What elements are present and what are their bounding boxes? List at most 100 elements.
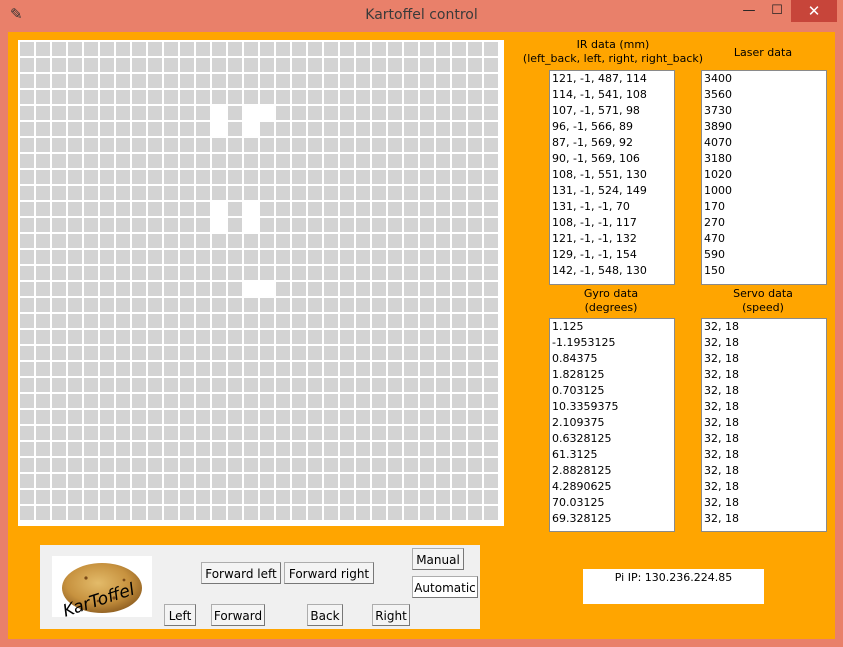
list-item[interactable]: 108, -1, -1, 117: [550, 215, 674, 231]
map-cell: [132, 202, 146, 216]
list-item[interactable]: 114, -1, 541, 108: [550, 87, 674, 103]
list-item[interactable]: 32, 18: [702, 431, 826, 447]
right-button[interactable]: Right: [372, 604, 410, 626]
map-cell: [100, 298, 114, 312]
minimize-button[interactable]: —: [734, 0, 764, 22]
list-item[interactable]: 61.3125: [550, 447, 674, 463]
map-cell: [164, 298, 178, 312]
list-item[interactable]: -1.1953125: [550, 335, 674, 351]
map-cell: [68, 42, 82, 56]
map-cell: [308, 410, 322, 424]
list-item[interactable]: 3560: [702, 87, 826, 103]
forward-left-button[interactable]: Forward left: [201, 562, 281, 584]
list-item[interactable]: 121, -1, -1, 132: [550, 231, 674, 247]
list-item[interactable]: 129, -1, -1, 154: [550, 247, 674, 263]
list-item[interactable]: 3400: [702, 71, 826, 87]
map-cell: [20, 122, 34, 136]
list-item[interactable]: 32, 18: [702, 351, 826, 367]
map-cell: [132, 282, 146, 296]
ir-data-listbox[interactable]: 121, -1, 487, 114 114, -1, 541, 108 107, -…: [549, 70, 675, 285]
list-item[interactable]: 107, -1, 571, 98: [550, 103, 674, 119]
maximize-button[interactable]: ☐: [764, 0, 790, 22]
map-cell: [164, 362, 178, 376]
laser-data-listbox[interactable]: 3400 3560 3730 3890 4070 3180 1020 1000 170 270 47…: [701, 70, 827, 285]
map-cell: [180, 330, 194, 344]
automatic-button[interactable]: Automatic: [412, 576, 478, 598]
back-button[interactable]: Back: [307, 604, 343, 626]
map-cell: [372, 394, 386, 408]
left-button[interactable]: Left: [164, 604, 196, 626]
list-item[interactable]: 4070: [702, 135, 826, 151]
map-cell: [20, 474, 34, 488]
list-item[interactable]: 4.2890625: [550, 479, 674, 495]
map-cell: [196, 106, 210, 120]
gyro-data-listbox[interactable]: 1.125 -1.1953125 0.84375 1.828125 0.703125 10…: [549, 318, 675, 532]
list-item[interactable]: 1000: [702, 183, 826, 199]
map-cell: [436, 266, 450, 280]
map-cell: [196, 250, 210, 264]
list-item[interactable]: 32, 18: [702, 415, 826, 431]
list-item[interactable]: 69.328125: [550, 511, 674, 527]
list-item[interactable]: 32, 18: [702, 383, 826, 399]
list-item[interactable]: 0.84375: [550, 351, 674, 367]
list-item[interactable]: 1020: [702, 167, 826, 183]
list-item[interactable]: 32, 18: [702, 463, 826, 479]
list-item[interactable]: 590: [702, 247, 826, 263]
map-cell: [292, 362, 306, 376]
list-item[interactable]: 142, -1, 548, 130: [550, 263, 674, 279]
servo-data-listbox[interactable]: 32, 18 32, 18 32, 18 32, 18 32, 18 32, 18 32, …: [701, 318, 827, 532]
list-item[interactable]: 3890: [702, 119, 826, 135]
map-cell: [404, 186, 418, 200]
list-item[interactable]: 87, -1, 569, 92: [550, 135, 674, 151]
map-cell: [468, 234, 482, 248]
list-item[interactable]: 32, 18: [702, 319, 826, 335]
list-item[interactable]: 32, 18: [702, 335, 826, 351]
list-item[interactable]: 1.828125: [550, 367, 674, 383]
list-item[interactable]: 150: [702, 263, 826, 279]
list-item[interactable]: 131, -1, -1, 70: [550, 199, 674, 215]
list-item[interactable]: 32, 18: [702, 495, 826, 511]
list-item[interactable]: 108, -1, 551, 130: [550, 167, 674, 183]
map-cell: [292, 42, 306, 56]
list-item[interactable]: 3180: [702, 151, 826, 167]
list-item[interactable]: 32, 18: [702, 399, 826, 415]
map-cell: [116, 298, 130, 312]
list-item[interactable]: 10.3359375: [550, 399, 674, 415]
map-cell: [84, 74, 98, 88]
map-cell: [260, 138, 274, 152]
map-cell: [116, 122, 130, 136]
list-item[interactable]: 0.703125: [550, 383, 674, 399]
list-item[interactable]: 32, 18: [702, 367, 826, 383]
map-cell: [420, 250, 434, 264]
list-item[interactable]: 121, -1, 487, 114: [550, 71, 674, 87]
list-item[interactable]: 96, -1, 566, 89: [550, 119, 674, 135]
list-item[interactable]: 270: [702, 215, 826, 231]
map-cell: [244, 154, 258, 168]
list-item[interactable]: 3730: [702, 103, 826, 119]
map-cell: [468, 298, 482, 312]
map-cell: [164, 426, 178, 440]
list-item[interactable]: 131, -1, 524, 149: [550, 183, 674, 199]
list-item[interactable]: 0.6328125: [550, 431, 674, 447]
list-item[interactable]: 32, 18: [702, 511, 826, 527]
forward-right-button[interactable]: Forward right: [284, 562, 374, 584]
map-cell: [20, 442, 34, 456]
manual-button[interactable]: Manual: [412, 548, 464, 570]
forward-button[interactable]: Forward: [211, 604, 265, 626]
map-cell: [404, 442, 418, 456]
map-cell: [324, 282, 338, 296]
map-cell: [68, 474, 82, 488]
list-item[interactable]: 170: [702, 199, 826, 215]
list-item[interactable]: 32, 18: [702, 479, 826, 495]
list-item[interactable]: 90, -1, 569, 106: [550, 151, 674, 167]
list-item[interactable]: 70.03125: [550, 495, 674, 511]
close-button[interactable]: ✕: [791, 0, 837, 22]
list-item[interactable]: 2.8828125: [550, 463, 674, 479]
list-item[interactable]: 32, 18: [702, 447, 826, 463]
map-cell: [276, 282, 290, 296]
list-item[interactable]: 1.125: [550, 319, 674, 335]
list-item[interactable]: 2.109375: [550, 415, 674, 431]
list-item[interactable]: 470: [702, 231, 826, 247]
map-cell: [68, 314, 82, 328]
title-bar[interactable]: ✎ Kartoffel control — ☐ ✕: [0, 0, 843, 32]
